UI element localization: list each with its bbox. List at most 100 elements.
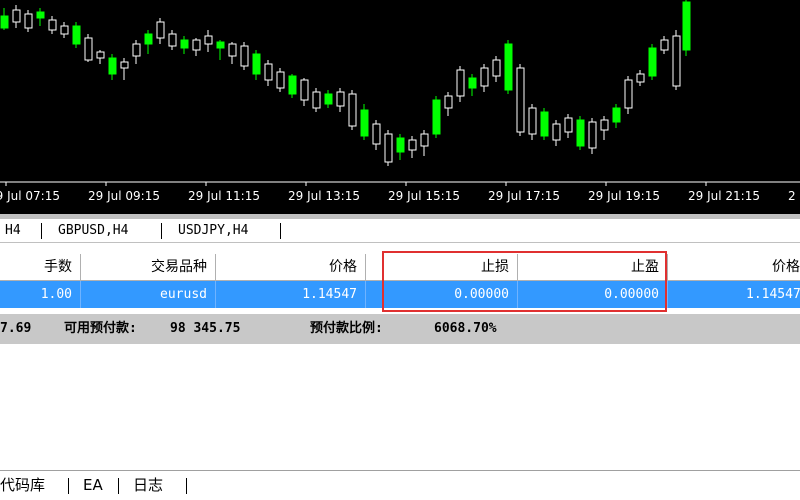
candle-body <box>132 43 141 57</box>
cell-take-profit[interactable]: 0.00000 <box>518 281 668 308</box>
column-header-symbol[interactable]: 交易品种 <box>81 254 216 281</box>
tab-divider <box>280 223 281 239</box>
tab-divider <box>68 478 69 494</box>
candle-body <box>504 43 513 91</box>
candle-body <box>156 21 165 39</box>
candle-body <box>360 109 369 137</box>
column-header-take-profit[interactable]: 止盈 <box>518 254 668 281</box>
cell-current-price[interactable]: 1.14547 <box>668 281 800 308</box>
tab-journal[interactable]: 日志 <box>133 471 163 500</box>
candle-body <box>108 57 117 75</box>
chart-tab-usdjpy-h4[interactable]: USDJPY,H4 <box>178 219 248 242</box>
account-summary-bar: 7.69 可用预付款: 98 345.75 预付款比例: 6068.70% <box>0 314 800 344</box>
candlestick-chart[interactable]: 29 Jul 07:15 29 Jul 09:15 29 Jul 11:15 29 J… <box>0 0 800 214</box>
candle-body <box>588 121 597 149</box>
tab-divider <box>118 478 119 494</box>
balance-value: 7.69 <box>0 321 32 336</box>
candle-body <box>672 35 681 87</box>
time-tick-label: 2 <box>788 189 796 203</box>
time-tick-label: 29 Jul 21:15 <box>688 189 760 203</box>
candle-body <box>84 37 93 61</box>
candle-body <box>312 91 321 109</box>
candle-body <box>12 9 21 23</box>
candle-body <box>540 111 549 137</box>
candle-body <box>456 69 465 97</box>
candle-body <box>348 93 357 127</box>
candle-body <box>0 15 9 29</box>
free-margin-value: 98 345.75 <box>170 321 241 336</box>
candle-body <box>480 67 489 87</box>
candle-body <box>516 67 525 133</box>
candle-body <box>72 25 81 45</box>
cell-stop-loss[interactable]: 0.00000 <box>366 281 518 308</box>
tab-divider <box>161 223 162 239</box>
column-header-volume[interactable]: 手数 <box>0 254 81 281</box>
candle-body <box>682 1 691 51</box>
candle-body <box>648 47 657 77</box>
chart-tab-bar: H4 GBPUSD,H4 USDJPY,H4 <box>0 219 800 243</box>
candle-body <box>612 107 621 123</box>
candle-body <box>288 75 297 95</box>
time-tick-label: 29 Jul 17:15 <box>488 189 560 203</box>
time-tick-label: 29 Jul 09:15 <box>88 189 160 203</box>
candle-body <box>408 139 417 151</box>
candle-body <box>660 39 669 51</box>
candle-body <box>48 19 57 31</box>
candle-body <box>180 39 189 49</box>
candle-body <box>492 59 501 77</box>
margin-level-label: 预付款比例: <box>310 321 383 336</box>
candle-body <box>168 33 177 47</box>
candle-body <box>564 117 573 133</box>
cell-price[interactable]: 1.14547 <box>216 281 366 308</box>
price-chart[interactable]: 29 Jul 07:15 29 Jul 09:15 29 Jul 11:15 29 J… <box>0 0 800 214</box>
candle-body <box>636 73 645 83</box>
candle-body <box>192 39 201 51</box>
candle-body <box>384 133 393 163</box>
candle-body <box>396 137 405 153</box>
free-margin-label: 可用预付款: <box>64 321 137 336</box>
candle-body <box>276 71 285 89</box>
candle-body <box>552 123 561 141</box>
time-tick-label: 29 Jul 13:15 <box>288 189 360 203</box>
column-header-current-price[interactable]: 价格 <box>668 254 800 281</box>
time-tick-label: 29 Jul 11:15 <box>188 189 260 203</box>
tab-divider <box>186 478 187 494</box>
candle-body <box>216 41 225 49</box>
column-header-price[interactable]: 价格 <box>216 254 366 281</box>
cell-volume[interactable]: 1.00 <box>0 281 81 308</box>
chart-tab-eurusd-h4[interactable]: H4 <box>5 219 21 242</box>
trade-table: 手数 交易品种 价格 止损 止盈 价格 1.00 eurusd 1.14547 … <box>0 254 800 314</box>
candle-body <box>228 43 237 57</box>
candle-body <box>24 13 33 29</box>
candle-body <box>252 53 261 75</box>
candle-body <box>576 119 585 147</box>
candle-body <box>468 77 477 89</box>
candle-body <box>600 119 609 131</box>
tab-code-base[interactable]: 代码库 <box>0 471 45 500</box>
chart-tab-gbpusd-h4[interactable]: GBPUSD,H4 <box>58 219 128 242</box>
candle-body <box>372 123 381 145</box>
candle-body <box>444 95 453 109</box>
candle-body <box>420 133 429 147</box>
candle-body <box>432 99 441 135</box>
candle-body <box>300 79 309 101</box>
time-tick-label: 29 Jul 07:15 <box>0 189 60 203</box>
terminal-tab-bar: 代码库 EA 日志 <box>0 471 800 500</box>
candle-body <box>204 35 213 45</box>
time-tick-label: 29 Jul 15:15 <box>388 189 460 203</box>
candle-body <box>60 25 69 35</box>
column-header-stop-loss[interactable]: 止损 <box>366 254 518 281</box>
candle-body <box>264 63 273 81</box>
tab-divider <box>41 223 42 239</box>
candle-body <box>120 61 129 69</box>
candle-body <box>36 11 45 19</box>
candle-body <box>324 93 333 105</box>
candle-body <box>624 79 633 109</box>
tab-expert-advisors[interactable]: EA <box>83 471 103 500</box>
cell-symbol[interactable]: eurusd <box>81 281 216 308</box>
candle-body <box>144 33 153 45</box>
candle-body <box>336 91 345 107</box>
margin-level-value: 6068.70% <box>434 321 497 336</box>
candle-body <box>96 51 105 59</box>
candle-body <box>240 45 249 67</box>
